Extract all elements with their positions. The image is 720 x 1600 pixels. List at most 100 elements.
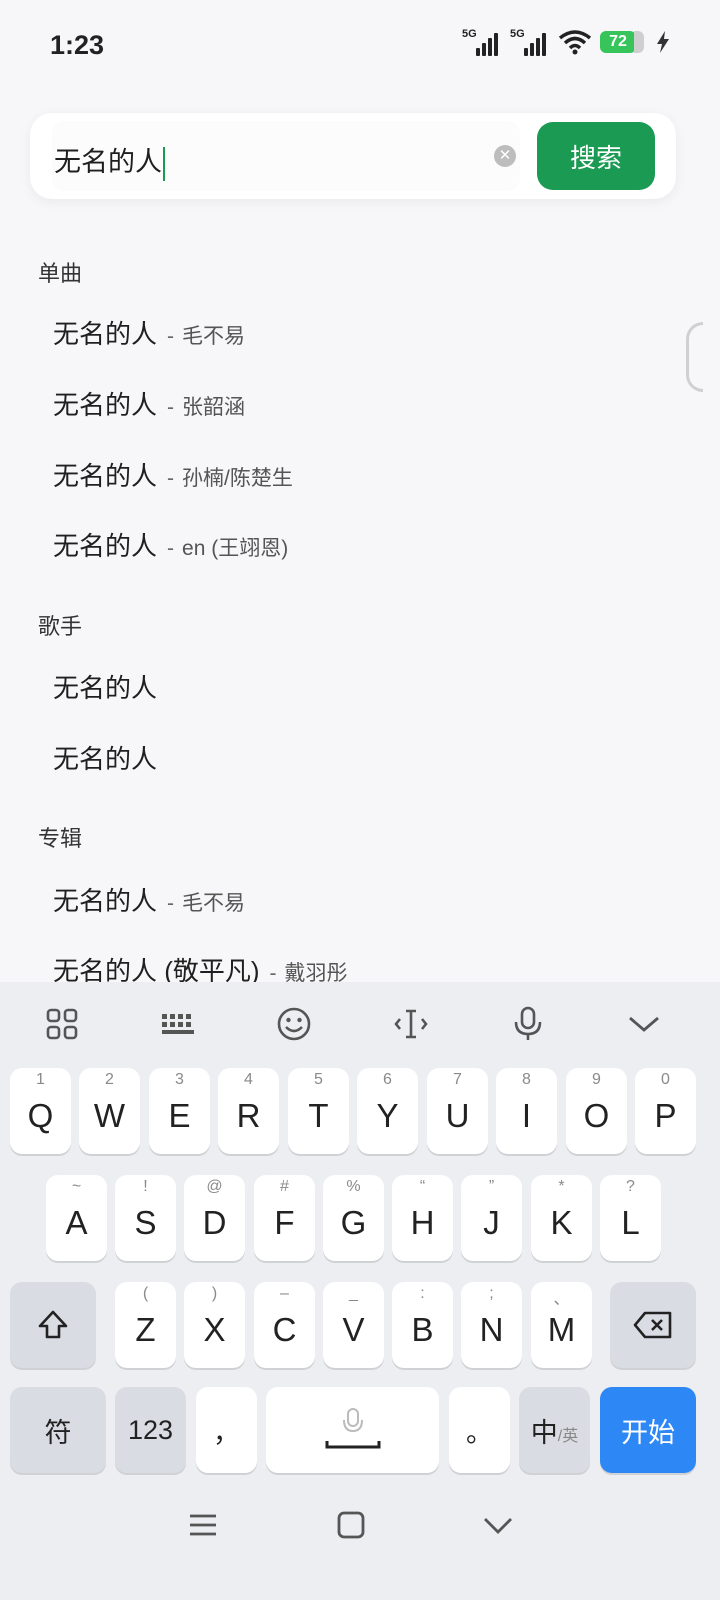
key-hint: ~ [71, 1178, 82, 1195]
song-result[interactable]: 无名的人 - en (王翊恩) [53, 526, 288, 566]
key-label: H [410, 1204, 435, 1241]
key-label: A [65, 1204, 88, 1241]
key-m[interactable]: 、 M [531, 1282, 592, 1368]
key-hint: ” [488, 1178, 495, 1195]
key-p[interactable]: 0P [635, 1068, 696, 1154]
singer-result[interactable]: 无名的人 [53, 739, 157, 779]
separator: - [167, 467, 175, 490]
text-cursor-icon[interactable] [391, 1004, 431, 1044]
key-n[interactable]: ; N [461, 1282, 522, 1368]
key-hint: ( [142, 1285, 149, 1302]
separator: - [167, 537, 175, 560]
key-s[interactable]: ! S [115, 1175, 176, 1261]
key-q[interactable]: 1Q [10, 1068, 71, 1154]
key-z[interactable]: (Z [115, 1282, 176, 1368]
search-button[interactable]: 搜索 [537, 122, 655, 190]
key-label: F [274, 1204, 295, 1241]
key-f[interactable]: # F [254, 1175, 315, 1261]
song-result[interactable]: 无名的人 - 孙楠/陈楚生 [53, 456, 293, 496]
song-result[interactable]: 无名的人 - 毛不易 [53, 314, 245, 354]
key-x[interactable]: ) X [184, 1282, 245, 1368]
battery-level: 72 [600, 31, 636, 53]
key-a[interactable]: ~ A [46, 1175, 107, 1261]
key-c[interactable]: – C [254, 1282, 315, 1368]
result-artist: en (王翊恩) [182, 537, 289, 560]
separator: - [167, 396, 175, 419]
key-label: E [168, 1097, 191, 1134]
section-title-songs: 单曲 [38, 261, 83, 286]
numbers-key[interactable]: 123 [115, 1387, 186, 1473]
key-hint: 4 [244, 1071, 253, 1088]
key-r[interactable]: 4R [218, 1068, 279, 1154]
status-icons: 5G 5G 72 [462, 28, 670, 56]
key-t[interactable]: 5T [288, 1068, 349, 1154]
album-result[interactable]: 无名的人 - 毛不易 [53, 881, 245, 921]
shift-key[interactable] [10, 1282, 96, 1368]
chevron-down-icon[interactable] [624, 1004, 664, 1044]
singer-result[interactable]: 无名的人 [53, 668, 157, 708]
charging-icon [657, 31, 669, 53]
status-bar: 1:23 5G 5G 72 [0, 0, 720, 90]
key-v[interactable]: _ V [323, 1282, 384, 1368]
search-input[interactable]: 无名的人 ✕ [52, 121, 520, 191]
key-label: Z [135, 1311, 156, 1348]
key-hint: : [420, 1285, 425, 1302]
key-label: B [411, 1311, 434, 1348]
comma-key[interactable]: ， [196, 1387, 257, 1473]
key-e[interactable]: 3E [149, 1068, 210, 1154]
result-title: 无名的人 [53, 319, 158, 349]
language-key[interactable]: 中/英 [519, 1387, 590, 1473]
key-w[interactable]: 2W [79, 1068, 140, 1154]
key-label: I [521, 1097, 532, 1134]
period-key[interactable]: 。 [449, 1387, 510, 1473]
space-key[interactable] [266, 1387, 439, 1473]
keyboard-layout-icon[interactable] [158, 1004, 198, 1044]
key-d[interactable]: @ D [184, 1175, 245, 1261]
symbols-key[interactable]: 符 [10, 1387, 106, 1473]
key-hint: # [280, 1178, 289, 1195]
key-k[interactable]: * K [531, 1175, 592, 1261]
separator: - [167, 892, 175, 915]
clear-icon[interactable]: ✕ [494, 145, 516, 167]
key-g[interactable]: % G [323, 1175, 384, 1261]
key-label: G [340, 1204, 367, 1241]
key-u[interactable]: 7U [427, 1068, 488, 1154]
key-hint: 2 [105, 1071, 114, 1088]
key-i[interactable]: 8I [496, 1068, 557, 1154]
search-card: 无名的人 ✕ 搜索 [30, 113, 676, 199]
result-title: 无名的人 [53, 461, 158, 491]
result-artist: 张韶涵 [182, 396, 246, 419]
home-square-icon[interactable] [336, 1510, 366, 1540]
key-j[interactable]: ” J [461, 1175, 522, 1261]
back-chevron-icon[interactable] [482, 1516, 514, 1536]
key-hint: 9 [592, 1071, 601, 1088]
section-title-albums: 专辑 [38, 826, 83, 851]
key-y[interactable]: 6Y [357, 1068, 418, 1154]
backspace-key[interactable] [610, 1282, 696, 1368]
apps-grid-icon[interactable] [42, 1004, 82, 1044]
key-label: L [621, 1204, 640, 1241]
key-hint: 6 [383, 1071, 392, 1088]
key-hint: – [280, 1285, 289, 1302]
signal-icon-2: 5G [510, 28, 550, 56]
emoji-icon[interactable] [274, 1004, 314, 1044]
key-label: U [445, 1097, 470, 1134]
key-b[interactable]: :B [392, 1282, 453, 1368]
key-label: M [547, 1311, 576, 1348]
key-hint: 、 [553, 1291, 570, 1308]
search-query[interactable]: 无名的人 [54, 140, 165, 181]
song-result[interactable]: 无名的人 - 张韶涵 [53, 385, 245, 425]
key-h[interactable]: “H [392, 1175, 453, 1261]
key-label: Y [376, 1097, 399, 1134]
key-label: D [202, 1204, 227, 1241]
microphone-icon[interactable] [508, 1004, 548, 1044]
key-label: X [203, 1311, 226, 1348]
key-l[interactable]: ? L [600, 1175, 661, 1261]
result-title: 无名的人 [53, 744, 158, 774]
key-hint: ? [626, 1178, 635, 1195]
lang-alt-label: /英 [557, 1428, 579, 1445]
scroll-handle[interactable] [686, 322, 703, 392]
enter-key[interactable]: 开始 [600, 1387, 696, 1473]
key-o[interactable]: 9O [566, 1068, 627, 1154]
menu-icon[interactable] [188, 1512, 218, 1538]
